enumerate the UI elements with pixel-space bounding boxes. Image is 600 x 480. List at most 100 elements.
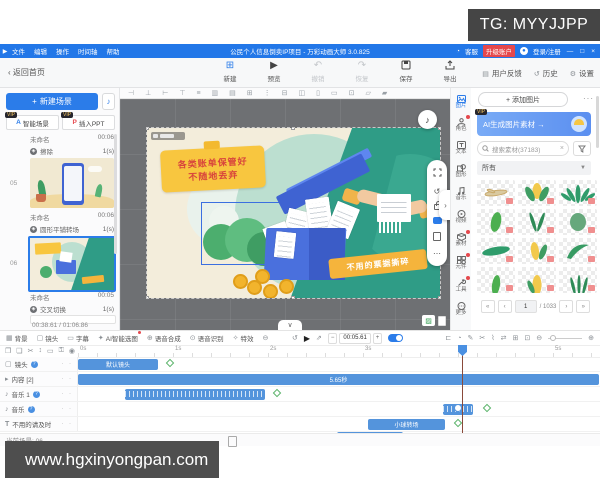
rail-item-character[interactable]: 角色 bbox=[451, 114, 471, 136]
maximize-button[interactable]: □ bbox=[579, 48, 585, 55]
insert-ppt-button[interactable]: VIP P 插入PPT bbox=[62, 115, 115, 130]
copy-icon[interactable]: ❏ bbox=[16, 347, 22, 355]
menu-help[interactable]: 帮助 bbox=[107, 46, 120, 56]
doc-icon[interactable] bbox=[228, 436, 237, 447]
track-music2[interactable]: ♪ 音乐? · · bbox=[0, 402, 600, 417]
add-image-button[interactable]: + 添加图片 bbox=[478, 92, 568, 107]
export-button[interactable]: 导出 bbox=[435, 60, 465, 83]
track-content[interactable]: ▸ 内容 [2]· · 5.65秒 bbox=[0, 372, 600, 387]
fill-color-swatch[interactable] bbox=[433, 217, 442, 224]
replay-icon[interactable]: ↺ bbox=[292, 334, 298, 342]
align-icon[interactable]: ▱ bbox=[366, 89, 371, 97]
asset-thumb[interactable] bbox=[559, 209, 597, 235]
align-icon[interactable]: ⊡ bbox=[349, 89, 355, 97]
stage[interactable]: 各类账单保管好 不随地丢弃 不用的票据撕碎 bbox=[147, 128, 440, 298]
align-icon[interactable]: ▰ bbox=[382, 89, 387, 97]
playhead[interactable] bbox=[462, 345, 463, 433]
rail-item-tools[interactable]: 工具 bbox=[451, 275, 471, 297]
delete-icon[interactable]: ▭ bbox=[47, 347, 54, 355]
keyframe-diamond[interactable] bbox=[273, 389, 281, 397]
duration-plus-button[interactable]: + bbox=[373, 333, 383, 344]
timeline-zoom-slider[interactable] bbox=[548, 338, 582, 339]
help-icon[interactable]: ? bbox=[31, 361, 38, 368]
slogan-banner[interactable]: 各类账单保管好 不随地丢弃 bbox=[160, 145, 266, 192]
login-register-link[interactable]: 登录/注册 bbox=[533, 46, 561, 56]
align-icon[interactable]: ⊥ bbox=[145, 89, 151, 97]
track-music1[interactable]: ♪ 音乐 1? · · bbox=[0, 387, 600, 402]
last-page-button[interactable]: » bbox=[576, 300, 590, 313]
search-input[interactable]: 搜索素材(37183) × bbox=[477, 141, 569, 156]
align-icon[interactable]: ⊤ bbox=[179, 89, 185, 97]
keyframe-diamond[interactable] bbox=[166, 359, 174, 367]
transition-row[interactable]: ◈ 圆形平铺转场 1(s) bbox=[30, 224, 114, 234]
menu-action[interactable]: 操作 bbox=[56, 46, 69, 56]
bell-icon[interactable]: ◔ bbox=[457, 335, 461, 342]
layer-icon[interactable] bbox=[433, 232, 441, 241]
scene-thumbnail-06-selected[interactable] bbox=[28, 236, 116, 292]
menu-timeline[interactable]: 时间轴 bbox=[78, 46, 98, 56]
align-icon[interactable]: ⊟ bbox=[282, 89, 288, 97]
edit-note-icon[interactable]: ▨ bbox=[422, 315, 435, 326]
ai-generate-banner[interactable]: VIP AI生成图片素材 → bbox=[477, 112, 591, 136]
align-icon[interactable]: ▥ bbox=[212, 89, 219, 97]
minimize-button[interactable]: — bbox=[566, 48, 575, 55]
align-icon[interactable]: ▤ bbox=[229, 89, 236, 97]
edit-icon[interactable]: ✎ bbox=[467, 334, 473, 342]
next-page-button[interactable]: › bbox=[559, 300, 573, 313]
collapse-toolbar-icon[interactable]: ⊖ bbox=[263, 334, 269, 342]
eye-icon[interactable]: ◉ bbox=[69, 347, 75, 355]
magnet-icon[interactable]: ⌇ bbox=[491, 334, 494, 342]
more-icon[interactable]: ⋯ bbox=[433, 249, 441, 258]
align-icon[interactable]: ⊣ bbox=[128, 89, 134, 97]
clip-content[interactable]: 5.65秒 bbox=[78, 374, 599, 385]
clip-text-effect[interactable]: 小球转场 bbox=[368, 419, 445, 430]
resize-handle[interactable] bbox=[438, 296, 440, 298]
align-icon[interactable]: ▭ bbox=[331, 89, 338, 97]
prev-page-button[interactable]: ‹ bbox=[498, 300, 512, 313]
rail-item-text[interactable]: 文本 bbox=[451, 137, 471, 159]
rail-item-component[interactable]: 元件 bbox=[451, 252, 471, 274]
filter-button[interactable] bbox=[573, 141, 591, 156]
duration-minus-button[interactable]: − bbox=[328, 333, 338, 344]
asset-thumb[interactable] bbox=[477, 180, 515, 206]
resize-handle[interactable] bbox=[291, 128, 295, 130]
asset-thumb[interactable] bbox=[559, 267, 597, 293]
speech-recognition-button[interactable]: ⊙语音识别 bbox=[190, 333, 224, 343]
asset-thumb[interactable] bbox=[559, 180, 597, 206]
assets-scrollbar[interactable] bbox=[596, 96, 599, 148]
subtitle-button[interactable]: ▭字幕 bbox=[67, 333, 89, 343]
settings-button[interactable]: ⚙ 设置 bbox=[570, 68, 594, 79]
panel-collapse-handle[interactable]: › bbox=[439, 190, 450, 220]
zoom-out-icon[interactable]: ⊖ bbox=[536, 334, 542, 342]
align-icon[interactable]: ≡ bbox=[196, 90, 200, 97]
back-home-button[interactable]: ‹ 返回首页 bbox=[8, 67, 45, 78]
upgrade-account-button[interactable]: 升级账户 bbox=[483, 45, 515, 57]
asset-thumb[interactable] bbox=[518, 267, 556, 293]
undo-button[interactable]: ↶ 撤销 bbox=[303, 60, 333, 83]
menu-file[interactable]: 文件 bbox=[12, 46, 25, 56]
clear-search-icon[interactable]: × bbox=[560, 145, 564, 152]
background-button[interactable]: ▦背景 bbox=[6, 333, 28, 343]
bracket-icon[interactable]: ⊏ bbox=[445, 334, 451, 342]
camera-button[interactable]: ▢镜头 bbox=[37, 333, 59, 343]
align-icon[interactable]: ◫ bbox=[299, 89, 306, 97]
track-camera[interactable]: ▢ 镜头? · · 默认镜头 bbox=[0, 357, 600, 372]
rail-item-shape[interactable]: 图形 bbox=[451, 160, 471, 182]
panel-more-button[interactable]: ··· bbox=[583, 94, 594, 103]
category-select[interactable]: 所有▼ bbox=[477, 161, 591, 175]
transition-row[interactable]: ◈ 擦除 1(s) bbox=[30, 146, 114, 156]
save-button[interactable]: 保存 bbox=[391, 60, 421, 83]
menu-edit[interactable]: 编辑 bbox=[34, 46, 47, 56]
redo-button[interactable]: ↷ 恢复 bbox=[347, 60, 377, 83]
close-button[interactable]: × bbox=[590, 48, 596, 55]
scene-label-row[interactable]: 未命名00:05 bbox=[30, 292, 114, 302]
help-icon[interactable]: ? bbox=[28, 406, 35, 413]
new-scene-button[interactable]: + 新建场景 bbox=[6, 93, 98, 110]
tts-button[interactable]: ⊕语音合成 bbox=[147, 333, 181, 343]
cut-track-icon[interactable]: ✂ bbox=[28, 347, 34, 355]
first-page-button[interactable]: « bbox=[481, 300, 495, 313]
help-icon[interactable]: ? bbox=[33, 391, 40, 398]
scene-thumbnail-05[interactable] bbox=[30, 158, 114, 208]
asset-thumb[interactable] bbox=[477, 238, 515, 264]
history-button[interactable]: ↺ 历史 bbox=[534, 68, 558, 79]
